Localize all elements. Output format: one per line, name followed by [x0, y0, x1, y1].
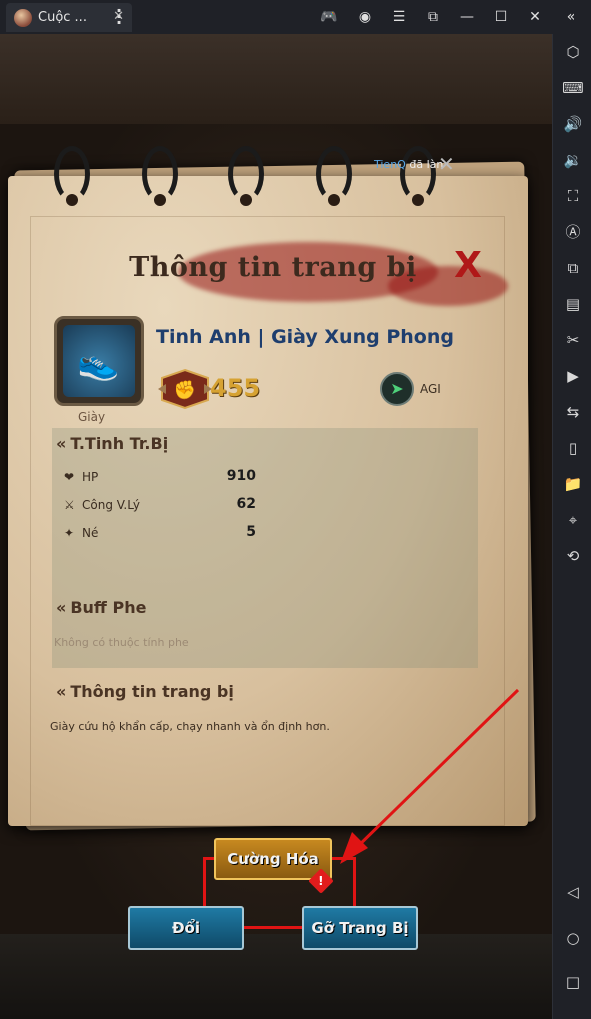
- collapse-sidebar-icon[interactable]: «: [560, 6, 582, 28]
- close-window-icon[interactable]: ✕: [524, 6, 546, 28]
- fullscreen-icon[interactable]: ⛶: [561, 184, 585, 208]
- chat-notice: TienQ đã làn: [374, 158, 443, 171]
- svg-text:✊: ✊: [174, 380, 196, 401]
- binder-ring: [228, 146, 264, 202]
- heart-icon: ❤: [64, 470, 75, 484]
- volume-down-icon[interactable]: 🔉: [561, 148, 585, 172]
- more-options-icon[interactable]: · · ·: [116, 3, 122, 31]
- record-video-icon[interactable]: ▶: [561, 364, 585, 388]
- chat-name: TienQ: [374, 158, 406, 171]
- binder-ring: [54, 146, 90, 202]
- binder-ring: [142, 146, 178, 202]
- tab-title: Cuộc ...: [38, 10, 87, 25]
- stat-value: 62: [236, 496, 256, 512]
- shake-icon[interactable]: ▯: [561, 436, 585, 460]
- stat-row-hp: ❤ HP: [64, 470, 98, 484]
- minimize-icon[interactable]: —: [456, 6, 478, 28]
- section-info-title: Thông tin trang bị: [56, 682, 234, 701]
- chat-close-icon[interactable]: ✕: [438, 152, 455, 176]
- multi-instance-icon[interactable]: ⧉: [561, 256, 585, 280]
- item-icon-frame[interactable]: 👟: [54, 316, 144, 406]
- stat-label: HP: [82, 470, 99, 484]
- background-top: [0, 34, 552, 124]
- swap-button[interactable]: Đổi: [128, 906, 244, 950]
- shoes-icon: 👟: [77, 343, 120, 383]
- app-icon: [14, 8, 32, 27]
- item-name: Tinh Anh | Giày Xung Phong: [156, 326, 454, 348]
- binder-ring: [316, 146, 352, 202]
- section-buff-title: Buff Phe: [56, 598, 146, 617]
- item-icon-bg: 👟: [63, 325, 135, 397]
- equipment-panel: TienQ đã làn ✕ Thông tin trang bị X 👟 Gi…: [8, 146, 538, 836]
- dodge-icon: ✦: [64, 526, 75, 540]
- section-stats-title: T.Tinh Tr.Bị: [56, 434, 168, 453]
- stat-row-attack: ⚔ Công V.Lý: [64, 498, 140, 512]
- account-icon[interactable]: ◉: [354, 6, 376, 28]
- stat-value: 5: [246, 524, 256, 540]
- rotate-icon[interactable]: ⟲: [561, 544, 585, 568]
- attribute-label: AGI: [420, 382, 441, 396]
- item-description: Giày cứu hộ khẩn cấp, chạy nhanh và ổn đ…: [50, 720, 330, 733]
- stat-value: 910: [226, 468, 256, 484]
- location-icon[interactable]: ⌖: [561, 508, 585, 532]
- auto-rotate-icon[interactable]: Ⓐ: [561, 220, 585, 244]
- agility-boot-icon: ➤: [380, 372, 414, 406]
- sync-icon[interactable]: ⇆: [561, 400, 585, 424]
- power-value: 455: [210, 374, 261, 402]
- close-panel-icon[interactable]: X: [448, 246, 488, 286]
- unequip-button[interactable]: Gỡ Trang Bị: [302, 906, 418, 950]
- game-viewport: TienQ đã làn ✕ Thông tin trang bị X 👟 Gi…: [0, 34, 552, 1019]
- recents-icon[interactable]: □: [561, 970, 585, 994]
- home-icon[interactable]: ○: [561, 926, 585, 950]
- menu-icon[interactable]: ☰: [388, 6, 410, 28]
- settings-hex-icon[interactable]: ⬡: [561, 40, 585, 64]
- binder-ring: [400, 146, 436, 202]
- pip-icon[interactable]: ⧉: [422, 6, 444, 28]
- screenshot-cut-icon[interactable]: ✂: [561, 328, 585, 352]
- maximize-icon[interactable]: ☐: [490, 6, 512, 28]
- crossed-swords-icon: ⚔: [64, 498, 75, 512]
- stats-box: [52, 428, 478, 668]
- keyboard-icon[interactable]: ⌨: [561, 76, 585, 100]
- stat-row-dodge: ✦ Né: [64, 526, 98, 540]
- stat-label: Né: [82, 526, 99, 540]
- item-type: Giày: [78, 410, 106, 424]
- emulator-sidebar: ⬡ ⌨ 🔊 🔉 ⛶ Ⓐ ⧉ ▤ ✂ ▶ ⇆ ▯ 📁 ⌖ ⟲ ◁ ○ □: [552, 34, 591, 1019]
- apk-install-icon[interactable]: ▤: [561, 292, 585, 316]
- title-bar: Cuộc ... ✕ · · · 🎮 ◉ ☰ ⧉ — ☐ ✕ «: [0, 0, 591, 34]
- no-faction-text: Không có thuộc tính phe: [54, 636, 189, 649]
- back-icon[interactable]: ◁: [561, 880, 585, 904]
- background-bottom: [0, 934, 552, 1019]
- app-tab[interactable]: Cuộc ... ✕: [6, 3, 132, 32]
- volume-up-icon[interactable]: 🔊: [561, 112, 585, 136]
- power-fist-icon: ✊: [158, 368, 212, 410]
- stat-label: Công V.Lý: [82, 498, 140, 512]
- folder-icon[interactable]: 📁: [561, 472, 585, 496]
- gamepad-icon[interactable]: 🎮: [318, 6, 340, 28]
